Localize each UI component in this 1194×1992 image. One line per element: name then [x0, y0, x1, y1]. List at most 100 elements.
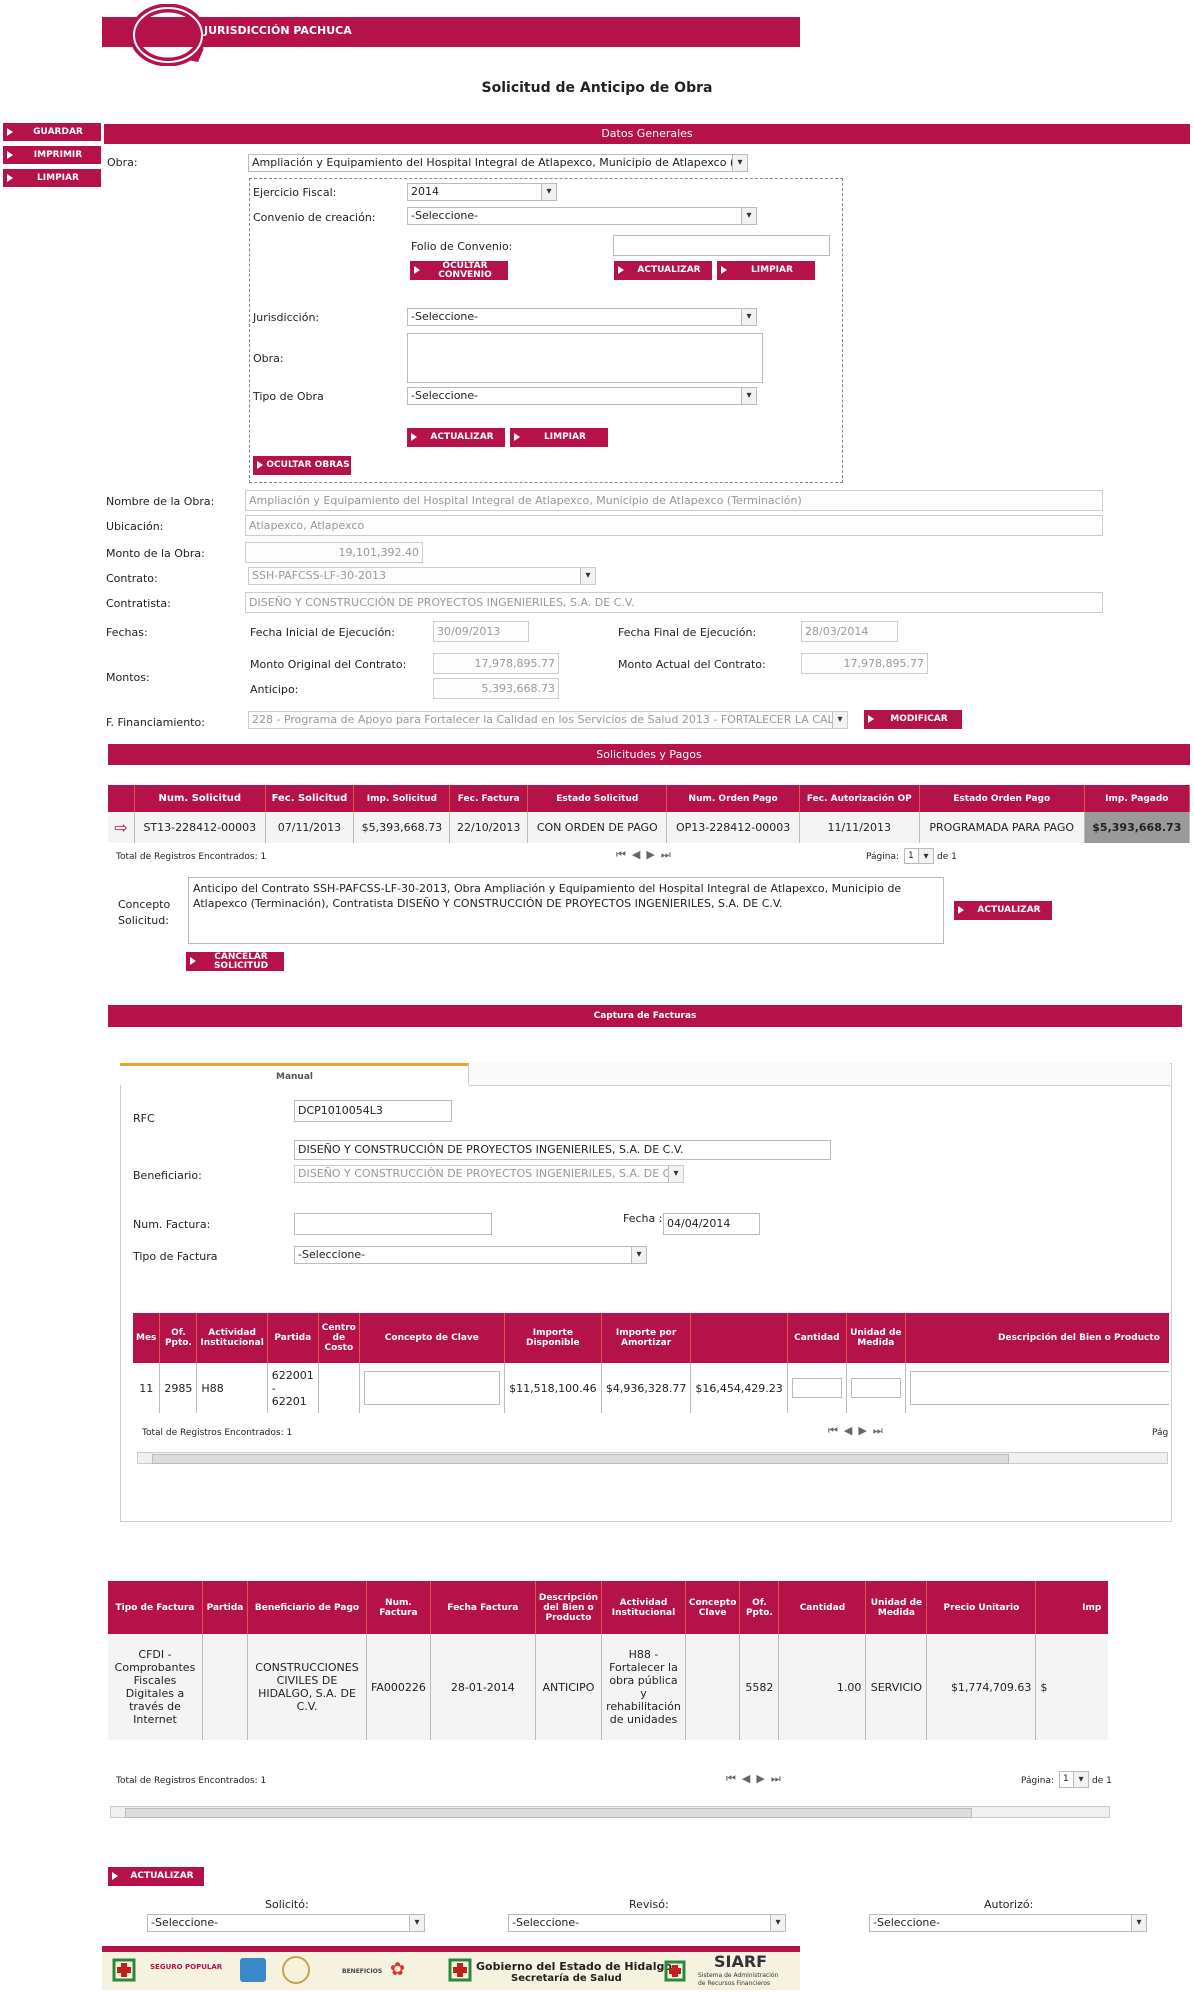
col-descripcion: Descripción del Bien o Producto [905, 1313, 1169, 1363]
captura-grid-wrap: Mes Of. Ppto. Actividad Institucional Pa… [133, 1313, 1169, 1413]
pager-nav-icon[interactable]: ⏮◀▶⏭ [616, 848, 677, 862]
contrato-select[interactable]: SSH-PAFCSS-LF-30-2013 [248, 567, 596, 585]
reviso-select[interactable]: -Seleccione- [508, 1914, 786, 1932]
actualizar-obras-button[interactable]: ACTUALIZAR [407, 428, 505, 447]
cell-centro [318, 1363, 360, 1413]
monto-original-input[interactable]: 17,978,895.77 [433, 653, 559, 674]
cell-concepto-clave[interactable] [359, 1363, 505, 1413]
cell-importe-disponible: $11,518,100.46 [504, 1363, 602, 1413]
col-mes: Mes [133, 1313, 161, 1363]
table-row[interactable]: CFDI - Comprobantes Fiscales Digitales a… [108, 1634, 1108, 1740]
nombre-obra-input[interactable]: Ampliación y Equipamiento del Hospital I… [245, 490, 1103, 511]
autorizo-select[interactable]: -Seleccione- [869, 1914, 1147, 1932]
monto-obra-label: Monto de la Obra: [106, 547, 205, 560]
limpiar-obras-button[interactable]: LIMPIAR [510, 428, 608, 447]
facturas-page-select[interactable]: 1 [1059, 1771, 1089, 1788]
cell-of-ppto: 2985 [159, 1363, 198, 1413]
obra-textarea[interactable] [407, 333, 763, 383]
contratista-label: Contratista: [106, 597, 171, 610]
ejercicio-select[interactable]: 2014 [407, 183, 557, 201]
col-fecha-factura: Fecha Factura [430, 1581, 536, 1634]
tipo-obra-select[interactable]: -Seleccione- [407, 387, 757, 405]
num-factura-input[interactable] [294, 1213, 492, 1235]
cell-actividad: H88 [196, 1363, 268, 1413]
fecha-final-input[interactable]: 28/03/2014 [801, 621, 898, 642]
monto-obra-input[interactable]: 19,101,392.40 [245, 542, 423, 563]
concepto-textarea[interactable]: Anticipo del Contrato SSH-PAFCSS-LF-30-2… [188, 877, 944, 944]
tab-manual-label: Manual [276, 1072, 314, 1082]
imprimir-button[interactable]: IMPRIMIR [3, 146, 101, 164]
cantidad-input[interactable] [791, 1378, 842, 1398]
jurisdiccion-select[interactable]: -Seleccione- [407, 308, 757, 326]
actualizar-final-button[interactable]: ACTUALIZAR [108, 1867, 204, 1886]
fecha-input[interactable]: 04/04/2014 [663, 1213, 760, 1235]
facturas-grid-wrap: Tipo de Factura Partida Beneficiario de … [108, 1581, 1108, 1740]
cell-imp-solicitud: $5,393,668.73 [353, 812, 451, 843]
folio-input[interactable] [613, 235, 830, 256]
col-importe-disponible: Importe Disponible [504, 1313, 602, 1363]
rfc-input[interactable]: DCP1010054L3 [294, 1100, 452, 1122]
table-row[interactable]: ⇨ ST13-228412-00003 07/11/2013 $5,393,66… [108, 812, 1191, 843]
beneficios-logo: BENEFICIOS [342, 1968, 383, 1975]
contratista-input[interactable]: DISEÑO Y CONSTRUCCIÓN DE PROYECTOS INGEN… [245, 592, 1103, 613]
facturas-scroll-thumb[interactable] [125, 1808, 972, 1818]
select-row-arrow-icon[interactable]: ⇨ [108, 812, 135, 843]
num-factura-label: Num. Factura: [133, 1218, 211, 1231]
cell-unidad[interactable] [846, 1363, 906, 1413]
fecha-inicial-input[interactable]: 30/09/2013 [433, 621, 529, 642]
facturas-scrollbar[interactable] [110, 1806, 1110, 1818]
convenio-select[interactable]: -Seleccione- [407, 207, 757, 225]
obra2-label: Obra: [253, 352, 284, 365]
actualizar-concepto-button[interactable]: ACTUALIZAR [954, 901, 1052, 920]
col-importe-total [690, 1313, 788, 1363]
cell-concepto-clave [685, 1634, 741, 1740]
monto-actual-input[interactable]: 17,978,895.77 [801, 653, 928, 674]
col-importe: Imp [1035, 1581, 1108, 1634]
beneficiario-select[interactable]: DISEÑO Y CONSTRUCCIÓN DE PROYECTOS INGEN… [294, 1165, 684, 1183]
obra-select[interactable]: Ampliación y Equipamiento del Hospital I… [248, 154, 748, 172]
concepto-clave-textarea[interactable] [363, 1371, 500, 1405]
guardar-button[interactable]: GUARDAR [3, 123, 101, 141]
tipo-factura-label: Tipo de Factura [133, 1250, 218, 1263]
solicito-select[interactable]: -Seleccione- [147, 1914, 425, 1932]
autorizo-label: Autorizó: [984, 1898, 1034, 1911]
col-cantidad: Cantidad [787, 1313, 847, 1363]
solicito-label: Solicitó: [265, 1898, 309, 1911]
ocultar-convenio-button[interactable]: OCULTAR CONVENIO [410, 261, 508, 280]
monto-original-label: Monto Original del Contrato: [250, 658, 407, 671]
col-actividad: Actividad Institucional [601, 1581, 686, 1634]
fecha-inicial-label: Fecha Inicial de Ejecución: [250, 626, 395, 639]
col-concepto-clave: Concepto de Clave [359, 1313, 505, 1363]
col-importe-amortizar: Importe por Amortizar [601, 1313, 692, 1363]
captura-scroll-thumb[interactable] [152, 1454, 1009, 1464]
limpiar-convenio-button[interactable]: LIMPIAR [717, 261, 815, 280]
modificar-button[interactable]: MODIFICAR [864, 710, 962, 729]
facturas-pager-nav-icon[interactable]: ⏮◀▶⏭ [726, 1772, 787, 1786]
cell-importe-total: $16,454,429.23 [690, 1363, 788, 1413]
cell-beneficiario: CONSTRUCCIONES CIVILES DE HIDALGO, S.A. … [247, 1634, 367, 1740]
gobierno-title: Gobierno del Estado de Hidalgo [476, 1960, 672, 1973]
cross-logo-2-icon [448, 1958, 472, 1982]
cell-cantidad[interactable] [787, 1363, 847, 1413]
captura-scrollbar[interactable] [137, 1452, 1168, 1464]
captura-pager-nav-icon[interactable]: ⏮◀▶⏭ [828, 1424, 889, 1438]
unidad-input[interactable] [850, 1378, 901, 1398]
descripcion-input[interactable] [909, 1371, 1169, 1405]
ocultar-obras-button[interactable]: OCULTAR OBRAS [253, 456, 351, 475]
tipo-obra-label: Tipo de Obra [253, 390, 324, 403]
col-beneficiario: Beneficiario de Pago [247, 1581, 367, 1634]
ubicacion-input[interactable]: Atlapexco, Atlapexco [245, 515, 1103, 536]
actualizar-convenio-button[interactable]: ACTUALIZAR [614, 261, 712, 280]
tipo-factura-select[interactable]: -Seleccione- [294, 1246, 647, 1264]
beneficiario-text-input[interactable]: DISEÑO Y CONSTRUCCIÓN DE PROYECTOS INGEN… [294, 1140, 831, 1160]
page-select[interactable]: 1 [904, 848, 934, 864]
solicitudes-total: Total de Registros Encontrados: 1 [116, 852, 267, 862]
financiamiento-select[interactable]: 228 - Programa de Apoyo para Fortalecer … [248, 711, 848, 729]
limpiar-button[interactable]: LIMPIAR [3, 169, 101, 187]
cell-of-ppto: 5582 [739, 1634, 780, 1740]
cell-partida [202, 1634, 248, 1740]
anticipo-input[interactable]: 5,393,668.73 [433, 678, 559, 699]
montos-label: Montos: [106, 671, 150, 684]
cell-descripcion[interactable] [905, 1363, 1169, 1413]
cancelar-solicitud-button[interactable]: CANCELAR SOLICITUD [186, 952, 284, 971]
